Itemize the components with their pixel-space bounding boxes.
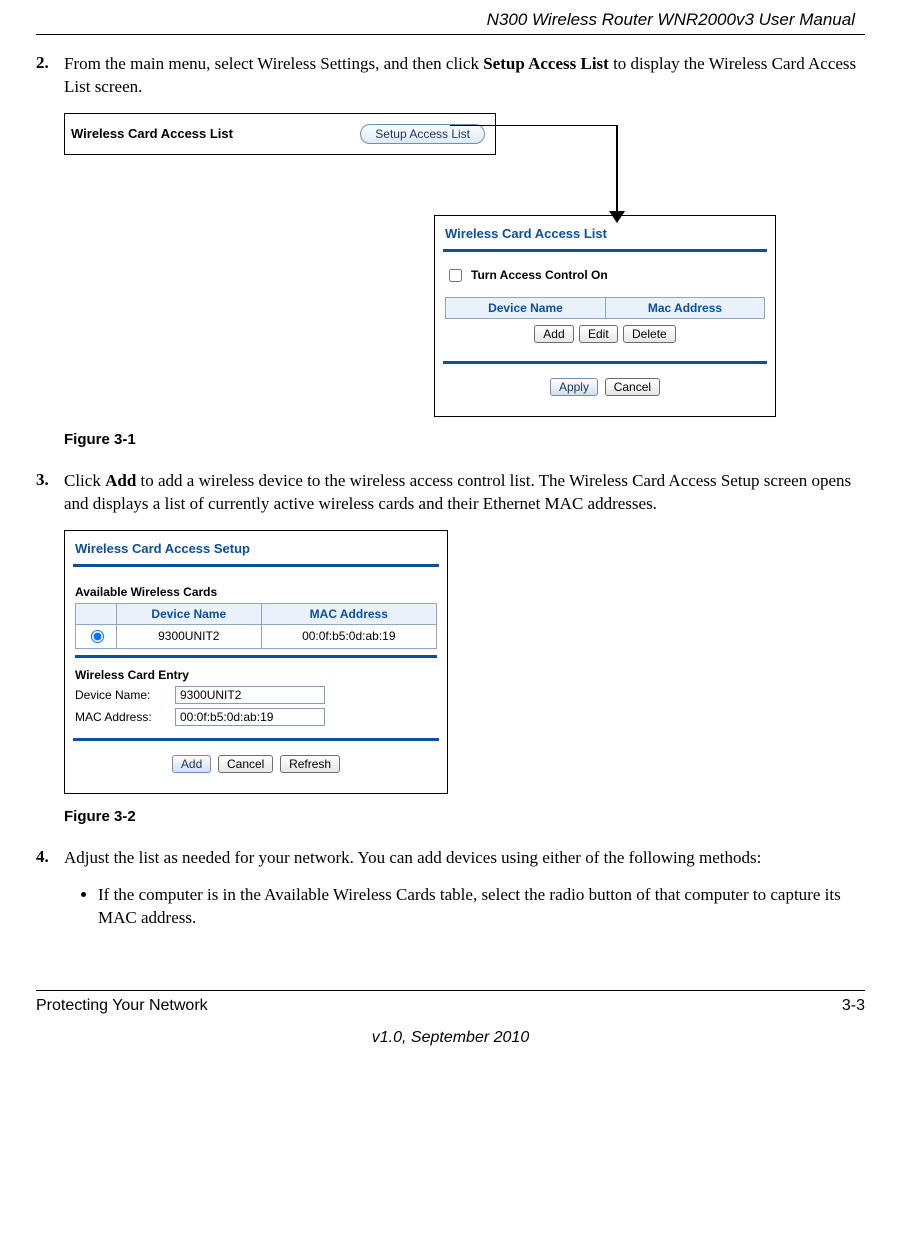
th-device-name: Device Name (117, 603, 262, 624)
add-button[interactable]: Add (534, 325, 573, 343)
turn-access-control-label: Turn Access Control On (471, 268, 608, 282)
mac-address-input[interactable] (175, 708, 325, 726)
dialog-divider (443, 361, 767, 364)
device-name-input[interactable] (175, 686, 325, 704)
available-cards-header: Available Wireless Cards (75, 585, 437, 599)
arrow-horizontal (450, 125, 616, 127)
add-button[interactable]: Add (172, 755, 211, 773)
figure-3-2-caption: Figure 3-2 (64, 808, 865, 825)
step-2: 2. From the main menu, select Wireless S… (36, 53, 865, 99)
figure-3-2: Wireless Card Access Setup Available Wir… (64, 530, 865, 794)
card-radio[interactable] (91, 630, 104, 643)
mac-address-label: MAC Address: (75, 710, 175, 724)
cell-mac-address: 00:0f:b5:0d:ab:19 (261, 624, 436, 648)
step-2-num: 2. (36, 53, 64, 99)
turn-access-control-checkbox[interactable] (449, 269, 462, 282)
list-item: If the computer is in the Available Wire… (98, 884, 865, 930)
figure-3-1: Wireless Card Access List Setup Access L… (64, 113, 865, 417)
access-list-table: Device Name Mac Address (445, 297, 765, 319)
setup-access-list-button[interactable]: Setup Access List (360, 124, 485, 144)
step-3-text-b: to add a wireless device to the wireless… (64, 471, 851, 513)
apply-button[interactable]: Apply (550, 378, 598, 396)
access-list-bar-label: Wireless Card Access List (71, 126, 233, 141)
th-radio (76, 603, 117, 624)
arrow-vertical (616, 125, 618, 213)
footer-right: 3-3 (842, 997, 865, 1015)
cell-device-name: 9300UNIT2 (117, 624, 262, 648)
access-setup-dialog: Wireless Card Access Setup Available Wir… (64, 530, 448, 794)
step-3: 3. Click Add to add a wireless device to… (36, 470, 865, 516)
th-mac-address: Mac Address (605, 297, 764, 318)
device-name-label: Device Name: (75, 688, 175, 702)
doc-title: N300 Wireless Router WNR2000v3 User Manu… (36, 10, 865, 30)
card-entry-header: Wireless Card Entry (75, 668, 437, 682)
step-3-num: 3. (36, 470, 64, 516)
arrow-graphic (64, 155, 865, 217)
available-cards-table: Device Name MAC Address 9300UNIT2 00:0f:… (75, 603, 437, 649)
footer-rule (36, 990, 865, 991)
step-2-bold: Setup Access List (483, 54, 609, 73)
refresh-button[interactable]: Refresh (280, 755, 340, 773)
dialog-divider (75, 655, 437, 658)
access-list-dialog: Wireless Card Access List Turn Access Co… (434, 215, 776, 417)
footer-row: Protecting Your Network 3-3 (36, 997, 865, 1015)
step-2-body: From the main menu, select Wireless Sett… (64, 53, 865, 99)
access-list-bar: Wireless Card Access List Setup Access L… (64, 113, 496, 155)
figure-3-1-caption: Figure 3-1 (64, 431, 865, 448)
step-4: 4. Adjust the list as needed for your ne… (36, 847, 865, 870)
step-4-body: Adjust the list as needed for your netwo… (64, 847, 865, 870)
step-3-text-a: Click (64, 471, 105, 490)
step-4-num: 4. (36, 847, 64, 870)
step-4-bullets: If the computer is in the Available Wire… (98, 884, 865, 930)
th-mac-address: MAC Address (261, 603, 436, 624)
step-3-bold: Add (105, 471, 136, 490)
edit-button[interactable]: Edit (579, 325, 618, 343)
step-2-text-a: From the main menu, select Wireless Sett… (64, 54, 483, 73)
th-device-name: Device Name (446, 297, 606, 318)
dialog-divider (73, 738, 439, 741)
footer-center: v1.0, September 2010 (36, 1029, 865, 1047)
access-setup-dialog-title: Wireless Card Access Setup (65, 531, 447, 564)
cancel-button[interactable]: Cancel (218, 755, 273, 773)
cancel-button[interactable]: Cancel (605, 378, 660, 396)
table-row: 9300UNIT2 00:0f:b5:0d:ab:19 (76, 624, 437, 648)
delete-button[interactable]: Delete (623, 325, 676, 343)
footer-left: Protecting Your Network (36, 997, 208, 1015)
access-list-dialog-title: Wireless Card Access List (435, 216, 775, 249)
header-rule (36, 34, 865, 35)
step-3-body: Click Add to add a wireless device to th… (64, 470, 865, 516)
arrow-head-icon (609, 211, 625, 223)
